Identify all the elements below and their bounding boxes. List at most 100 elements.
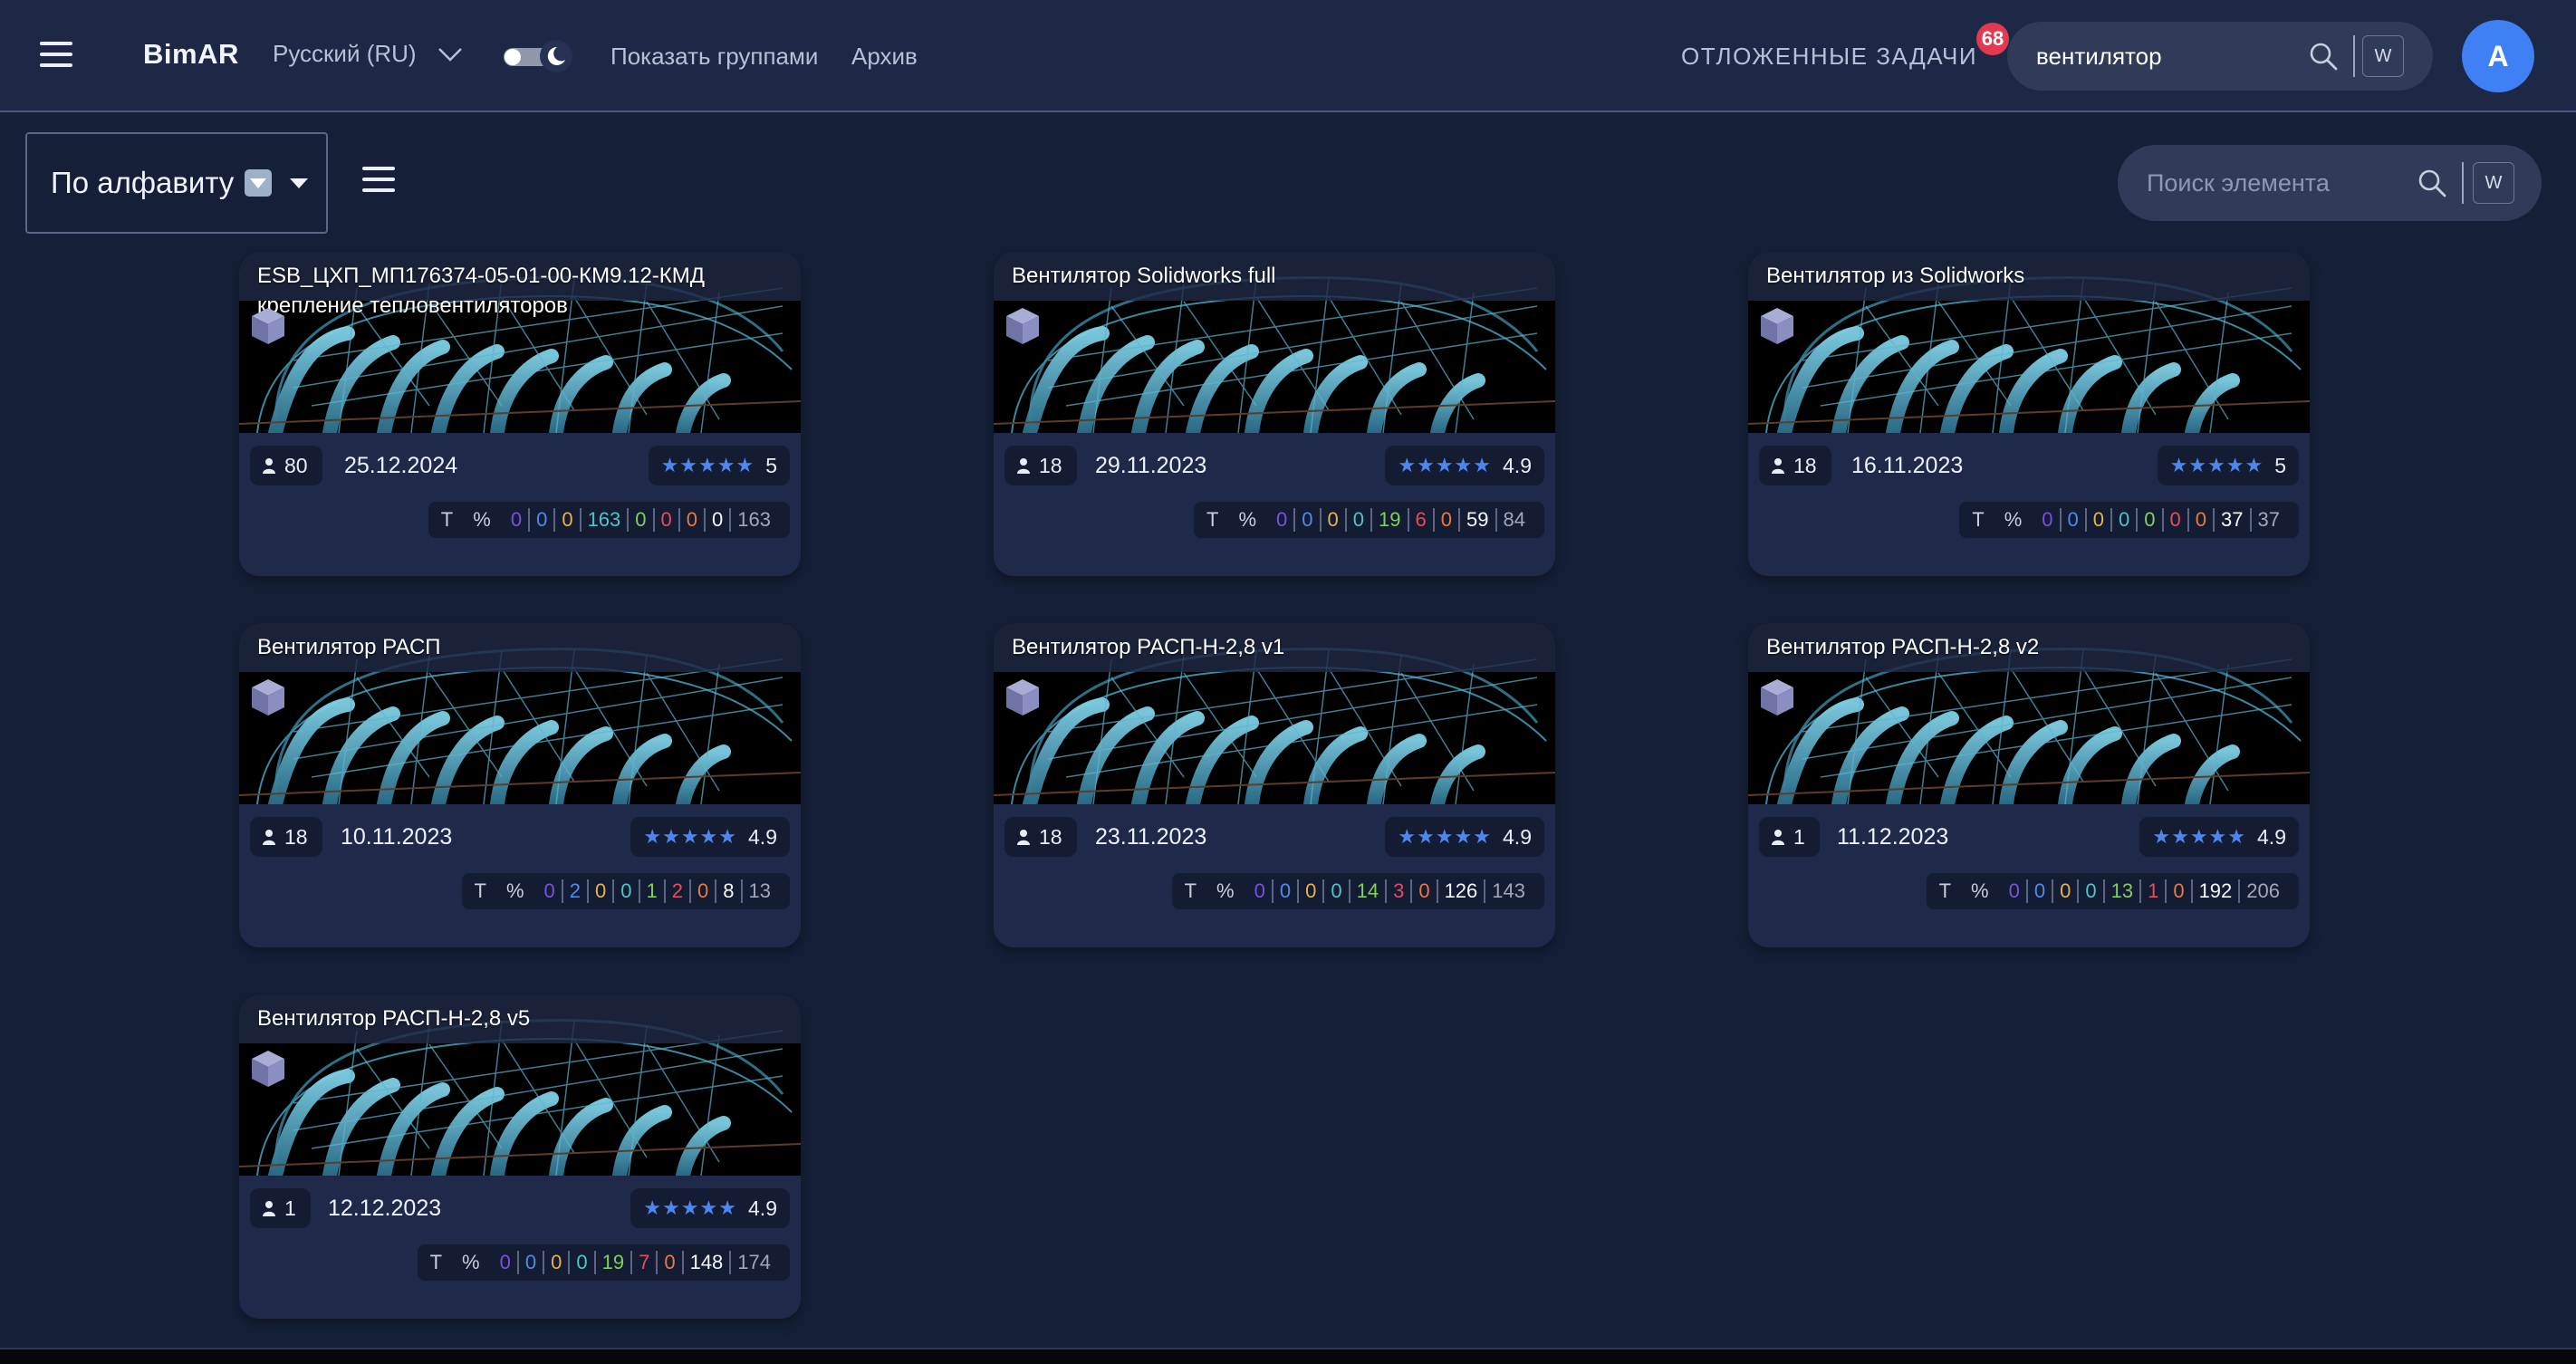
card-date: 11.12.2023 bbox=[1837, 824, 1949, 850]
stat-value-2: 0 bbox=[1271, 879, 1297, 903]
element-search-input[interactable] bbox=[2147, 167, 2409, 199]
moon-icon bbox=[540, 40, 572, 72]
model-card-6[interactable]: Вентилятор РАСП-Н-2,8 v2 1 11.12.2023 ★★… bbox=[1748, 623, 2310, 947]
stat-value-1: 0 bbox=[1276, 508, 1288, 531]
rating-stars: ★★★★★ bbox=[643, 825, 738, 848]
stat-value-9: 84 bbox=[1495, 508, 1532, 532]
card-rating: ★★★★★ 5 bbox=[2157, 446, 2299, 485]
stat-value-7: 0 bbox=[656, 1251, 681, 1274]
model-thumbnail: Вентилятор РАСП-Н-2,8 v5 bbox=[239, 994, 801, 1176]
cube-icon bbox=[1761, 308, 1793, 344]
stat-value-1: 0 bbox=[543, 879, 555, 902]
bottom-strip bbox=[0, 1348, 2576, 1364]
stat-value-6: 7 bbox=[630, 1251, 656, 1274]
stat-value-8: 148 bbox=[681, 1251, 730, 1274]
users-count: 18 bbox=[1004, 446, 1077, 485]
element-search: W bbox=[2118, 145, 2542, 221]
global-search-input[interactable] bbox=[2036, 40, 2308, 72]
stat-value-8: 37 bbox=[2213, 508, 2249, 532]
stat-value-3: 0 bbox=[1319, 508, 1345, 532]
users-value: 80 bbox=[284, 453, 308, 477]
stat-value-6: 0 bbox=[2161, 508, 2187, 532]
task-stats: T % 0 2 0 0 1 2 0 8 13 bbox=[461, 873, 790, 909]
model-card-5[interactable]: Вентилятор РАСП-Н-2,8 v1 18 23.11.2023 ★… bbox=[994, 623, 1555, 947]
stat-value-8: 0 bbox=[704, 508, 729, 532]
search-divider bbox=[2353, 35, 2355, 77]
users-count: 18 bbox=[250, 817, 322, 857]
stat-value-4: 0 bbox=[612, 879, 638, 903]
card-date: 25.12.2024 bbox=[344, 453, 458, 478]
cube-icon bbox=[252, 679, 284, 716]
search-icon[interactable] bbox=[2417, 168, 2447, 203]
model-card-4[interactable]: Вентилятор РАСП 18 10.11.2023 ★★★★★ 4.9 … bbox=[239, 623, 801, 947]
task-stats: T % 0 0 0 0 14 3 0 126 143 bbox=[1171, 873, 1544, 909]
rating-stars: ★★★★★ bbox=[2169, 454, 2264, 476]
rating-value: 4.9 bbox=[1503, 824, 1532, 849]
stat-value-6: 0 bbox=[652, 508, 678, 532]
stat-value-1: 0 bbox=[2008, 879, 2020, 902]
stat-value-6: 3 bbox=[1385, 879, 1410, 903]
stat-value-5: 19 bbox=[1370, 508, 1407, 532]
stat-value-3: 0 bbox=[553, 508, 579, 532]
card-rating: ★★★★★ 4.9 bbox=[1385, 446, 1544, 485]
users-value: 18 bbox=[1793, 453, 1817, 477]
show-groups-link[interactable]: Показать группами bbox=[610, 43, 818, 71]
top-bar: BimAR Русский (RU) Показать группами Арх… bbox=[0, 0, 2576, 112]
search-icon[interactable] bbox=[2308, 41, 2339, 76]
card-rating: ★★★★★ 4.9 bbox=[1385, 817, 1544, 857]
stat-value-7: 0 bbox=[2187, 508, 2213, 532]
stats-label-t: T bbox=[474, 879, 486, 902]
stat-value-1: 0 bbox=[510, 508, 523, 531]
rating-stars: ★★★★★ bbox=[2152, 825, 2247, 848]
card-date: 12.12.2023 bbox=[328, 1196, 442, 1221]
stat-value-3: 0 bbox=[2084, 508, 2110, 532]
rating-value: 5 bbox=[2274, 453, 2286, 477]
model-thumbnail: ESB_ЦХП_МП176374-05-01-00-КМ9.12-КМД кре… bbox=[239, 252, 801, 433]
stat-value-8: 192 bbox=[2190, 879, 2239, 903]
stat-value-6: 6 bbox=[1407, 508, 1433, 532]
stat-value-5: 1 bbox=[638, 879, 664, 903]
stat-value-1: 0 bbox=[499, 1251, 511, 1273]
stat-value-6: 1 bbox=[2139, 879, 2165, 903]
model-card-2[interactable]: Вентилятор Solidworks full 18 29.11.2023… bbox=[994, 252, 1555, 576]
rating-stars: ★★★★★ bbox=[1398, 825, 1493, 848]
archive-link[interactable]: Архив bbox=[851, 43, 918, 71]
cube-icon bbox=[252, 1051, 284, 1087]
search-shortcut-key[interactable]: W bbox=[2362, 35, 2404, 77]
model-card-7[interactable]: Вентилятор РАСП-Н-2,8 v5 1 12.12.2023 ★★… bbox=[239, 994, 801, 1319]
stat-value-2: 0 bbox=[1293, 508, 1319, 532]
theme-toggle[interactable] bbox=[502, 40, 576, 72]
chevron-down-icon bbox=[437, 47, 462, 62]
user-icon bbox=[1772, 458, 1784, 474]
stats-label-percent: % bbox=[1216, 879, 1235, 902]
search-shortcut-key[interactable]: W bbox=[2473, 162, 2514, 204]
menu-icon[interactable] bbox=[40, 42, 72, 69]
stat-value-7: 0 bbox=[678, 508, 704, 532]
task-stats: T % 0 0 0 0 19 7 0 148 174 bbox=[417, 1244, 790, 1281]
user-icon bbox=[1017, 458, 1030, 474]
stats-label-percent: % bbox=[505, 879, 524, 902]
model-card-1[interactable]: ESB_ЦХП_МП176374-05-01-00-КМ9.12-КМД кре… bbox=[239, 252, 801, 576]
users-value: 1 bbox=[1793, 824, 1805, 849]
users-value: 1 bbox=[284, 1196, 296, 1220]
list-view-icon[interactable] bbox=[362, 167, 395, 194]
language-select[interactable]: Русский (RU) bbox=[273, 40, 464, 68]
stat-value-9: 37 bbox=[2249, 508, 2286, 532]
users-count: 80 bbox=[250, 446, 322, 485]
stat-value-2: 0 bbox=[2059, 508, 2085, 532]
sort-select[interactable]: По алфавиту bbox=[25, 132, 328, 234]
stat-value-4: 0 bbox=[2077, 879, 2102, 903]
deferred-count-badge: 68 bbox=[1976, 23, 2009, 55]
stat-value-8: 59 bbox=[1458, 508, 1495, 532]
caret-down-icon bbox=[290, 178, 309, 188]
users-count: 1 bbox=[1759, 817, 1820, 857]
deferred-tasks-link[interactable]: ОТЛОЖЕННЫЕ ЗАДАЧИ bbox=[1681, 43, 1977, 71]
user-avatar[interactable]: A bbox=[2462, 20, 2534, 92]
app-brand[interactable]: BimAR bbox=[143, 38, 239, 71]
card-title: Вентилятор из Solidworks bbox=[1766, 264, 2025, 288]
model-card-3[interactable]: Вентилятор из Solidworks 18 16.11.2023 ★… bbox=[1748, 252, 2310, 576]
stat-value-9: 143 bbox=[1484, 879, 1532, 903]
card-rating: ★★★★★ 5 bbox=[648, 446, 790, 485]
cube-icon bbox=[1761, 679, 1793, 716]
stats-label-t: T bbox=[1184, 879, 1197, 902]
